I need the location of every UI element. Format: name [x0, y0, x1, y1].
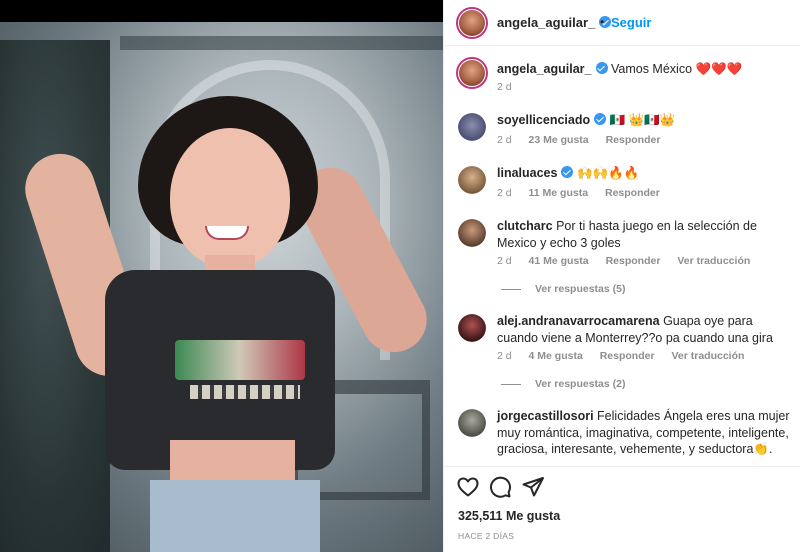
- comment-username[interactable]: linaluaces: [497, 166, 557, 180]
- verified-icon: [561, 166, 574, 178]
- caption-time[interactable]: 2 d: [497, 81, 512, 93]
- translate-button[interactable]: Ver traducción: [677, 255, 750, 267]
- reply-button[interactable]: Responder: [605, 187, 660, 199]
- view-replies-button[interactable]: Ver respuestas (5): [501, 283, 625, 295]
- view-replies-button[interactable]: Ver respuestas (2): [501, 378, 625, 390]
- commenter-avatar[interactable]: [458, 409, 486, 437]
- comment: alej.andranavarrocamarena Guapa oye para…: [497, 313, 797, 346]
- photo-top-bar: [0, 0, 443, 22]
- comment-likes[interactable]: 41 Me gusta: [529, 255, 589, 267]
- commenter-avatar[interactable]: [458, 219, 486, 247]
- verified-icon: [594, 113, 607, 125]
- comment-username[interactable]: alej.andranavarrocamarena: [497, 314, 660, 328]
- comment-time[interactable]: 2 d: [497, 255, 512, 267]
- photo-beam: [120, 36, 443, 50]
- comment: jorgecastillosori Felicidades Ángela ere…: [497, 408, 797, 458]
- post-actions: 325,511 Me gusta HACE 2 DÍAS: [444, 466, 800, 552]
- comment-text: 🇲🇽 👑🇲🇽👑: [609, 113, 676, 127]
- caption: angela_aguilar_ Vamos México ❤️❤️❤️: [497, 61, 787, 78]
- caption-username[interactable]: angela_aguilar_: [497, 62, 592, 76]
- reply-button[interactable]: Responder: [606, 134, 661, 146]
- comment-likes[interactable]: 4 Me gusta: [529, 350, 583, 362]
- comment-username[interactable]: clutcharc: [497, 219, 553, 233]
- comment-meta: 2 d 41 Me gusta Responder Ver traducción: [497, 255, 764, 267]
- comment: linaluaces 🙌🙌🔥🔥: [497, 165, 787, 182]
- comment-likes[interactable]: 11 Me gusta: [529, 187, 589, 199]
- replies-line: [501, 383, 521, 385]
- comment-meta: 2 d 23 Me gusta Responder: [497, 134, 674, 146]
- comment-time[interactable]: 2 d: [497, 187, 512, 199]
- post-age[interactable]: HACE 2 DÍAS: [458, 531, 514, 541]
- comment-meta: 2 d 4 Me gusta Responder Ver traducción: [497, 350, 758, 362]
- author-avatar[interactable]: [456, 7, 488, 39]
- comment-likes[interactable]: 23 Me gusta: [529, 134, 589, 146]
- post-photo[interactable]: [0, 0, 443, 552]
- comment: clutcharc Por ti hasta juego en la selec…: [497, 218, 793, 251]
- commenter-avatar[interactable]: [458, 314, 486, 342]
- caption-text: Vamos México ❤️❤️❤️: [610, 62, 743, 76]
- comment: soyellicenciado 🇲🇽 👑🇲🇽👑: [497, 112, 787, 129]
- comment-username[interactable]: soyellicenciado: [497, 113, 590, 127]
- commenter-avatar[interactable]: [458, 113, 486, 141]
- reply-button[interactable]: Responder: [600, 350, 655, 362]
- verified-icon: [595, 62, 608, 74]
- post-header: angela_aguilar_ • Seguir: [444, 0, 800, 46]
- comment-time[interactable]: 2 d: [497, 134, 512, 146]
- caption-avatar[interactable]: [456, 57, 488, 89]
- shirt-print: [175, 340, 305, 380]
- likes-count[interactable]: 325,511 Me gusta: [458, 509, 560, 523]
- translate-button[interactable]: Ver traducción: [671, 350, 744, 362]
- replies-line: [501, 288, 521, 290]
- author-username-header[interactable]: angela_aguilar_: [497, 15, 612, 30]
- reply-button[interactable]: Responder: [606, 255, 661, 267]
- comment-icon[interactable]: [488, 475, 512, 499]
- separator-dot: •: [600, 15, 605, 29]
- follow-button[interactable]: Seguir: [611, 15, 651, 30]
- shirt-band: [190, 385, 300, 399]
- comment-text: 🙌🙌🔥🔥: [576, 166, 640, 180]
- person-face: [170, 128, 290, 268]
- commenter-avatar[interactable]: [458, 166, 486, 194]
- comment-username[interactable]: jorgecastillosori: [497, 409, 594, 423]
- comment-time[interactable]: 2 d: [497, 350, 512, 362]
- share-icon[interactable]: [521, 475, 545, 499]
- person-jeans: [150, 480, 320, 552]
- comment-meta: 2 d 11 Me gusta Responder: [497, 187, 674, 199]
- post-detail-panel: angela_aguilar_ • Seguir angela_aguilar_…: [443, 0, 800, 552]
- heart-icon[interactable]: [456, 475, 480, 499]
